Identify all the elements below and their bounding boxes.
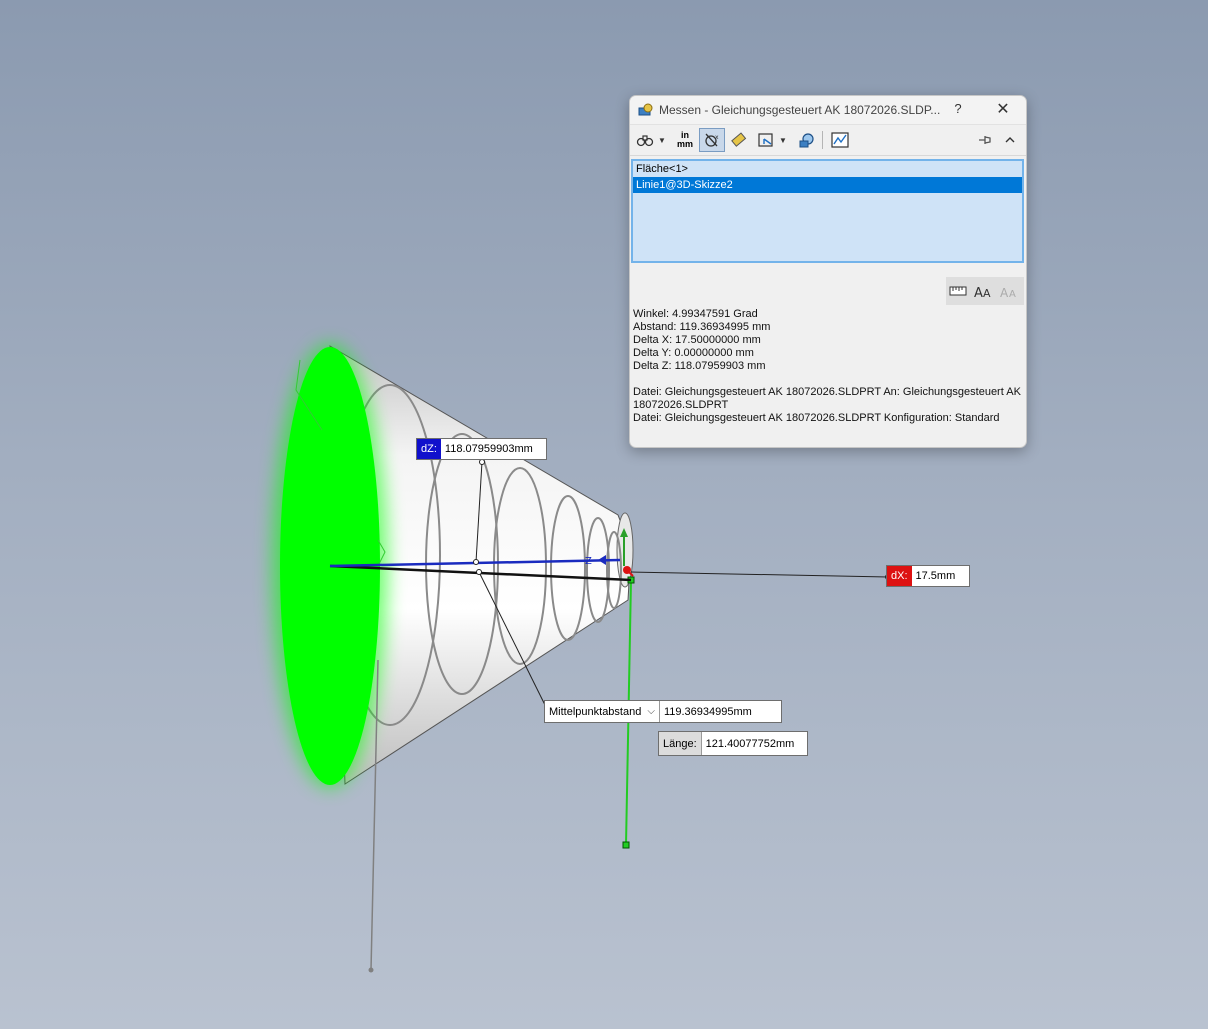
svg-text:A: A [974, 286, 983, 299]
font-size-disabled-button[interactable]: A A [996, 283, 1022, 299]
result-distance: Abstand: 119.36934995 mm [633, 321, 771, 333]
dx-value: 17.5mm [915, 570, 956, 582]
center-distance-value: 119.36934995mm [663, 705, 752, 718]
measure-history-icon [799, 133, 814, 148]
center-distance-callout[interactable]: Mittelpunktabstand ⌵ 119.36934995mm [544, 700, 782, 723]
projection-icon [758, 133, 773, 147]
graph-icon [831, 132, 849, 148]
help-button[interactable]: ? [950, 101, 966, 116]
font-size-button[interactable]: A A [970, 283, 996, 299]
svg-text:A: A [1000, 286, 1009, 299]
xyz-measure-button[interactable]: x [699, 128, 725, 152]
dx-callout[interactable]: dX: 17.5mm [886, 565, 970, 587]
dz-callout[interactable]: dZ: 118.07959903mm [416, 438, 547, 460]
font-size-disabled-icon: A A [1000, 286, 1016, 299]
svg-text:x: x [715, 134, 719, 141]
display-options-bar: A A A A [946, 277, 1024, 305]
dimension-display-button[interactable] [946, 284, 970, 298]
chevron-down-icon[interactable]: ▼ [658, 136, 666, 145]
dx-tag: dX: [887, 566, 912, 586]
dz-value: 118.07959903mm [444, 443, 533, 455]
result-delta-z: Delta Z: 118.07959903 mm [633, 360, 766, 372]
dimension-icon [949, 286, 967, 296]
measure-toolbar: ▼ in mm x ▼ [630, 124, 1026, 156]
point-to-point-button[interactable] [728, 128, 750, 152]
measure-results: Winkel: 4.99347591 Grad Abstand: 119.369… [633, 308, 1021, 425]
selection-list[interactable]: Fläche<1> Linie1@3D-Skizze2 [631, 159, 1024, 263]
length-value: 121.40077752mm [705, 737, 795, 750]
dz-tag: dZ: [417, 439, 441, 459]
measure-app-icon [638, 103, 653, 116]
pin-button[interactable] [974, 128, 996, 152]
units-mm-label: mm [676, 139, 693, 149]
dialog-titlebar[interactable]: Messen - Gleichungsgesteuert AK 18072026… [630, 96, 1026, 124]
measure-dialog[interactable]: Messen - Gleichungsgesteuert AK 18072026… [629, 95, 1027, 448]
xyz-icon: x [705, 133, 719, 147]
svg-text:A: A [1009, 289, 1016, 299]
ruler-icon [731, 132, 747, 147]
font-size-icon: A A [974, 286, 991, 299]
binoculars-icon [636, 135, 654, 147]
list-item[interactable]: Linie1@3D-Skizze2 [633, 177, 1022, 193]
result-delta-x: Delta X: 17.50000000 mm [633, 334, 761, 346]
measure-history-button[interactable] [796, 128, 818, 152]
result-file-config: Datei: Gleichungsgesteuert AK 18072026.S… [633, 412, 1000, 424]
projection-button[interactable]: ▼ [754, 128, 790, 152]
close-button[interactable]: ✕ [994, 99, 1012, 119]
dialog-title: Messen - Gleichungsgesteuert AK 18072026… [659, 103, 941, 117]
center-distance-dropdown[interactable]: Mittelpunktabstand ⌵ [545, 701, 660, 722]
units-button[interactable]: in mm [674, 128, 696, 152]
collapse-button[interactable] [1000, 128, 1020, 152]
arc-circle-button[interactable]: ▼ [634, 128, 668, 152]
center-distance-label: Mittelpunktabstand [549, 705, 642, 718]
chevron-down-icon[interactable]: ▼ [779, 136, 787, 145]
sensor-button[interactable] [828, 128, 852, 152]
z-axis-label: Z [585, 556, 592, 567]
length-label: Länge: [659, 732, 702, 755]
result-file-from-to: Datei: Gleichungsgesteuert AK 18072026.S… [633, 386, 1021, 411]
chevron-down-icon: ⌵ [647, 706, 655, 717]
result-delta-y: Delta Y: 0.00000000 mm [633, 347, 754, 359]
length-callout[interactable]: Länge: 121.40077752mm [658, 731, 808, 756]
svg-text:A: A [983, 287, 991, 299]
dx-leader [630, 571, 889, 578]
toolbar-separator [822, 131, 823, 149]
result-angle: Winkel: 4.99347591 Grad [633, 308, 758, 320]
pin-icon [979, 136, 991, 144]
list-item[interactable]: Fläche<1> [633, 161, 1022, 177]
chevron-up-icon [1005, 137, 1015, 143]
